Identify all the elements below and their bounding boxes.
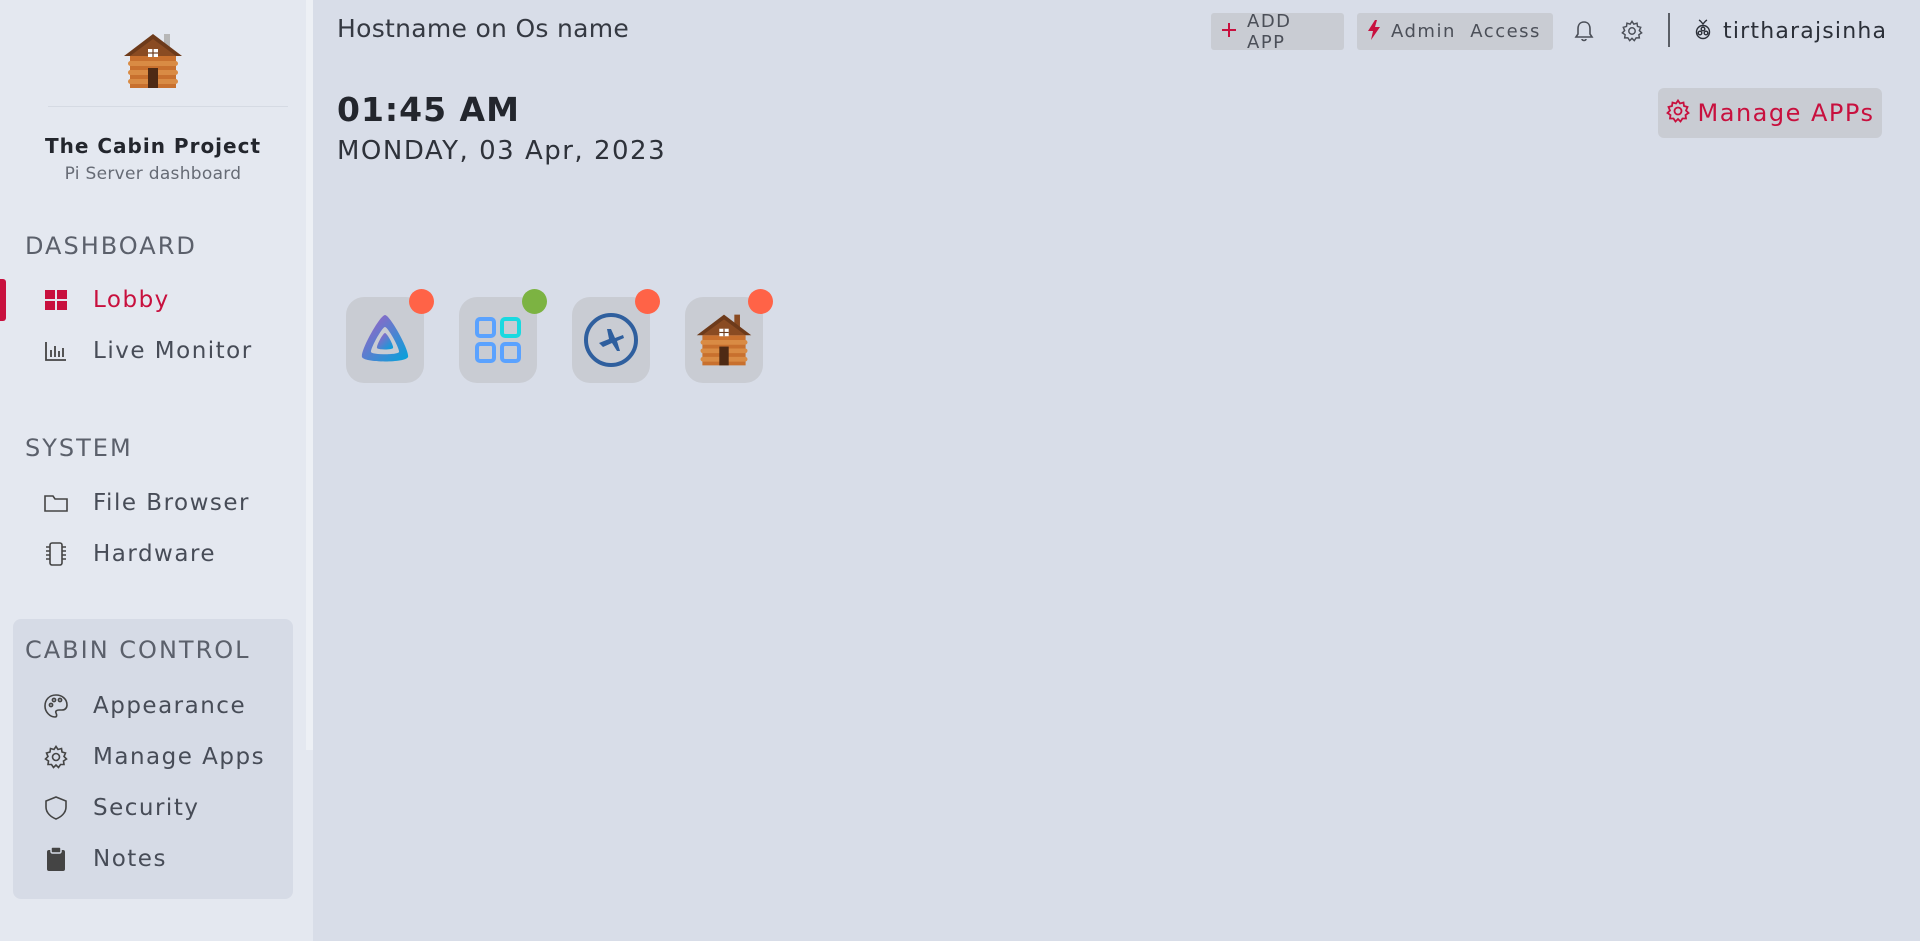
sidebar-item-live-monitor[interactable]: Live Monitor (0, 331, 300, 371)
app-tile-flight[interactable] (572, 289, 660, 383)
sidebar-item-lobby[interactable]: Lobby (0, 280, 300, 320)
topbar-divider (1668, 13, 1670, 47)
status-dot (748, 289, 773, 314)
brand-divider (48, 106, 288, 107)
add-app-label: ADD APP (1247, 10, 1292, 53)
sidebar-item-label: Notes (93, 846, 167, 872)
manage-apps-button[interactable]: Manage APPs (1658, 88, 1882, 138)
section-title-system: SYSTEM (25, 434, 133, 462)
clock-date: MONDAY, 03 Apr, 2023 (337, 136, 667, 166)
sidebar-item-label: Manage Apps (93, 744, 266, 770)
app-tile-jellyfin[interactable] (346, 289, 434, 383)
cabin-icon (124, 34, 182, 88)
username: tirtharajsinha (1723, 18, 1888, 44)
apps-grid-icon (475, 317, 521, 363)
sidebar-item-label: Hardware (93, 541, 217, 567)
cabin-icon (696, 314, 752, 366)
palette-icon (43, 693, 69, 719)
gear-icon (1665, 98, 1690, 127)
sidebar: The Cabin Project Pi Server dashboard DA… (0, 0, 313, 941)
chip-icon (43, 541, 69, 567)
sidebar-scrollbar[interactable] (306, 0, 313, 750)
status-dot (522, 289, 547, 314)
sidebar-item-label: File Browser (93, 490, 250, 516)
section-title-cabin-control: CABIN CONTROL (25, 636, 251, 664)
raspberry-pi-icon (1693, 18, 1713, 44)
section-title-dashboard: DASHBOARD (25, 232, 197, 260)
status-dot (409, 289, 434, 314)
sidebar-item-file-browser[interactable]: File Browser (0, 483, 300, 523)
brand-subtitle: Pi Server dashboard (64, 164, 242, 184)
brand (0, 28, 306, 94)
user-menu[interactable]: tirtharajsinha (1693, 14, 1887, 48)
shield-icon (43, 795, 69, 821)
grid-icon (43, 287, 69, 313)
app-tile-cabin[interactable] (685, 289, 773, 383)
bar-chart-icon (43, 338, 69, 364)
settings-gear-icon[interactable] (1617, 16, 1647, 46)
bell-icon[interactable] (1569, 16, 1599, 46)
manage-apps-label: Manage APPs (1697, 99, 1875, 127)
app-tile-apps-grid[interactable] (459, 289, 547, 383)
admin-access-label: Admin Access (1391, 21, 1541, 42)
sidebar-item-notes[interactable]: Notes (0, 839, 300, 879)
plus-icon (1221, 22, 1237, 42)
hostname-title: Hostname on Os name (337, 14, 630, 43)
brand-name: The Cabin Project (44, 134, 262, 158)
flight-compass-icon (584, 313, 638, 367)
sidebar-item-label: Live Monitor (93, 338, 253, 364)
sidebar-item-appearance[interactable]: Appearance (0, 686, 300, 726)
gear-icon (43, 744, 69, 770)
sidebar-item-manage-apps[interactable]: Manage Apps (0, 737, 300, 777)
add-app-button[interactable]: ADD APP (1211, 10, 1344, 53)
sidebar-item-label: Appearance (93, 693, 247, 719)
sidebar-item-security[interactable]: Security (0, 788, 300, 828)
status-dot (635, 289, 660, 314)
admin-access-button[interactable]: Admin Access (1357, 13, 1553, 50)
clipboard-icon (43, 846, 69, 872)
sidebar-item-hardware[interactable]: Hardware (0, 534, 300, 574)
folder-icon (43, 490, 69, 516)
sidebar-item-label: Security (93, 795, 200, 821)
lightning-icon (1367, 19, 1381, 44)
jellyfin-icon (361, 315, 409, 362)
clock-time: 01:45 AM (337, 90, 520, 129)
sidebar-item-label: Lobby (93, 287, 170, 313)
